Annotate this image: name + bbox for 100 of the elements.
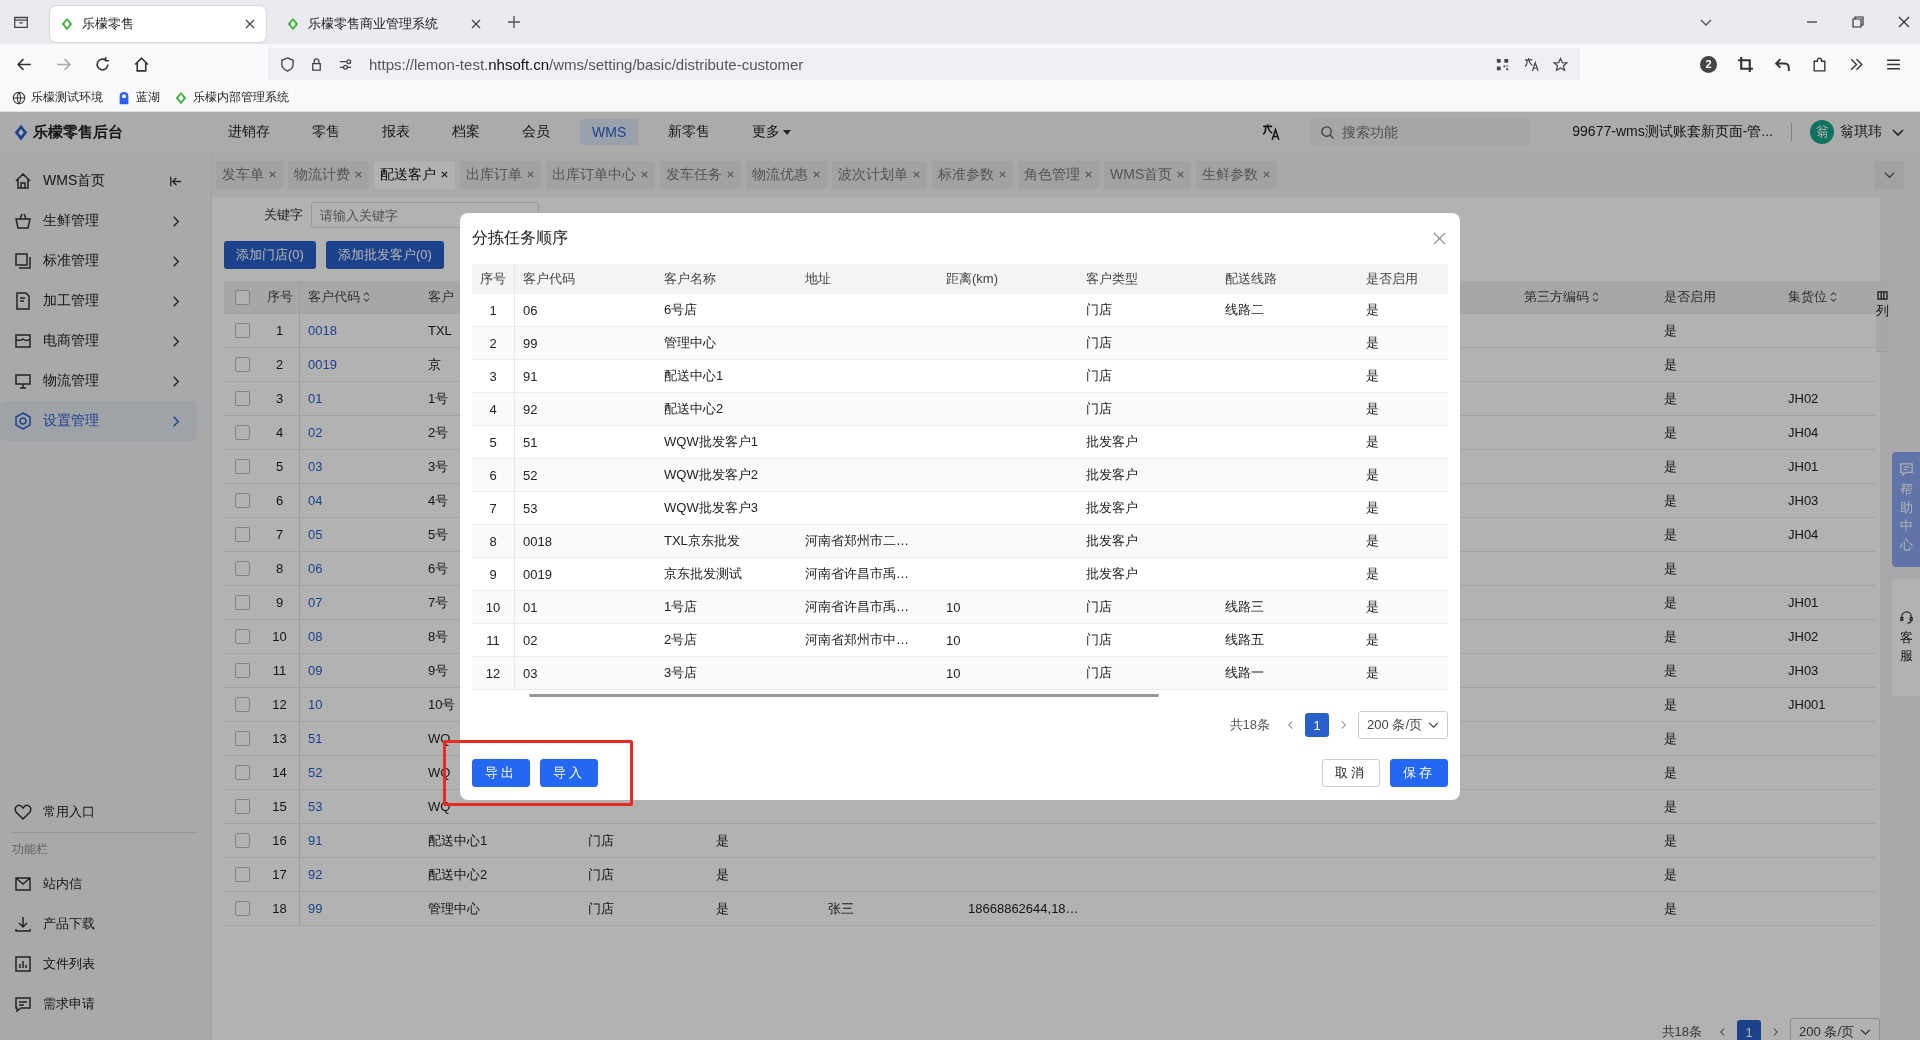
- sort-icon[interactable]: [1592, 291, 1599, 303]
- bookmark-link[interactable]: 乐檬内部管理系统: [174, 89, 289, 106]
- checkbox[interactable]: [234, 731, 250, 746]
- page-size-select[interactable]: 200 条/页: [1358, 711, 1448, 739]
- side-tab[interactable]: 客服: [1892, 579, 1920, 696]
- new-tab-icon[interactable]: [506, 14, 522, 30]
- reload-icon[interactable]: [94, 55, 111, 73]
- sidebar-item[interactable]: 物流管理: [0, 361, 197, 401]
- customer-code-link[interactable]: 02: [308, 425, 323, 440]
- sort-icon[interactable]: [1830, 291, 1837, 303]
- next-page-icon[interactable]: [1339, 720, 1349, 730]
- customer-code-link[interactable]: 09: [308, 663, 323, 678]
- browser-tab[interactable]: 乐檬零售: [50, 6, 266, 42]
- nav-item[interactable]: 新零售: [656, 119, 723, 145]
- sidebar-item[interactable]: 标准管理: [0, 241, 197, 281]
- app-logo[interactable]: 乐檬零售后台: [0, 122, 216, 142]
- customer-code-link[interactable]: 99: [308, 901, 323, 916]
- checkbox[interactable]: [234, 391, 250, 406]
- sidebar-item[interactable]: 生鲜管理: [0, 201, 197, 241]
- export-button[interactable]: 导出: [472, 759, 530, 787]
- translate-icon[interactable]: [1524, 56, 1539, 72]
- page-number[interactable]: 1: [1737, 1020, 1762, 1040]
- nav-item[interactable]: 进销存: [216, 119, 282, 145]
- sidebar-item[interactable]: 常用入口: [0, 792, 197, 832]
- page-tab[interactable]: 发车单: [216, 160, 283, 189]
- sidebar-item[interactable]: 电商管理: [0, 321, 197, 361]
- checkbox[interactable]: [234, 663, 250, 678]
- user-name[interactable]: 翁琪玮: [1840, 123, 1882, 141]
- translate-icon[interactable]: [1262, 123, 1281, 141]
- nav-item[interactable]: WMS: [580, 119, 639, 145]
- close-icon[interactable]: [1896, 14, 1912, 30]
- tabs-menu-button[interactable]: [1874, 160, 1904, 189]
- page-number[interactable]: 1: [1305, 713, 1330, 737]
- customer-code-link[interactable]: 04: [308, 493, 323, 508]
- checkbox[interactable]: [234, 595, 250, 610]
- checkbox[interactable]: [234, 323, 250, 338]
- column-header[interactable]: 客户代码: [308, 288, 370, 306]
- add-button[interactable]: 添加门店(0): [224, 241, 316, 269]
- customer-code-link[interactable]: 0019: [308, 357, 337, 372]
- search-field[interactable]: 搜索功能: [1310, 118, 1531, 146]
- checkbox[interactable]: [234, 799, 250, 814]
- checkbox[interactable]: [234, 697, 250, 712]
- save-button[interactable]: 保存: [1390, 759, 1448, 787]
- nav-item[interactable]: 更多: [740, 119, 804, 145]
- next-page-icon[interactable]: [1771, 1027, 1781, 1037]
- customer-code-link[interactable]: 07: [308, 595, 323, 610]
- sidebar-item[interactable]: 需求申请: [0, 984, 197, 1024]
- customer-code-link[interactable]: 10: [308, 697, 323, 712]
- checkbox[interactable]: [234, 289, 250, 305]
- sidebar-item[interactable]: WMS首页: [0, 161, 197, 201]
- customer-code-link[interactable]: 51: [308, 731, 323, 746]
- page-size-select[interactable]: 200 条/页: [1790, 1018, 1880, 1040]
- customer-code-link[interactable]: 53: [308, 799, 323, 814]
- customer-code-link[interactable]: 05: [308, 527, 323, 542]
- page-tab[interactable]: 生鲜参数: [1196, 160, 1278, 189]
- checkbox[interactable]: [234, 833, 250, 848]
- checkbox[interactable]: [234, 901, 250, 916]
- page-tab[interactable]: 波次计划单: [832, 160, 927, 189]
- column-settings-button[interactable]: 列: [1876, 281, 1889, 352]
- customer-code-link[interactable]: 91: [308, 833, 323, 848]
- bookmark-link[interactable]: 乐檬测试环境: [12, 89, 103, 106]
- checkbox[interactable]: [234, 629, 250, 644]
- checkbox[interactable]: [234, 425, 250, 440]
- nav-item[interactable]: 会员: [510, 119, 562, 145]
- home-icon[interactable]: [133, 55, 150, 73]
- sidebar-item[interactable]: 设置管理: [0, 401, 197, 441]
- page-tab[interactable]: 配送客户: [374, 160, 455, 189]
- import-button[interactable]: 导入: [540, 759, 598, 787]
- puzzle-icon[interactable]: [1811, 55, 1828, 73]
- address-bar[interactable]: https://lemon-test.nhsoft.cn/wms/setting/basic/distribute-customer: [268, 48, 1580, 80]
- checkbox[interactable]: [234, 527, 250, 542]
- restore-icon[interactable]: [1850, 14, 1866, 30]
- sidebar-item[interactable]: 文件列表: [0, 944, 197, 984]
- customer-code-link[interactable]: 08: [308, 629, 323, 644]
- page-tab[interactable]: 出库订单: [460, 160, 541, 189]
- page-tab[interactable]: 出库订单中心: [546, 160, 655, 189]
- page-tab[interactable]: WMS首页: [1104, 160, 1192, 189]
- customer-code-link[interactable]: 03: [308, 459, 323, 474]
- sidebar-item[interactable]: 站内信: [0, 864, 197, 904]
- checkbox[interactable]: [234, 459, 250, 474]
- sidebar-item[interactable]: 加工管理: [0, 281, 197, 321]
- page-tab[interactable]: 标准参数: [932, 160, 1013, 189]
- page-tab[interactable]: 角色管理: [1018, 160, 1099, 189]
- bookmark-link[interactable]: 蓝湖: [117, 89, 160, 106]
- account-name[interactable]: 99677-wms测试账套新页面-管...: [1572, 123, 1773, 141]
- qr-code-icon[interactable]: [1495, 56, 1510, 72]
- close-icon[interactable]: [470, 18, 482, 30]
- column-header[interactable]: 第三方编码: [1524, 288, 1599, 306]
- extension-badge[interactable]: 2: [1700, 55, 1717, 73]
- customer-code-link[interactable]: 92: [308, 867, 323, 882]
- user-avatar[interactable]: 翁: [1810, 120, 1834, 144]
- cancel-button[interactable]: 取消: [1322, 759, 1380, 787]
- column-header[interactable]: 集货位: [1788, 288, 1837, 306]
- page-tab[interactable]: 物流计费: [288, 160, 369, 189]
- checkbox[interactable]: [234, 867, 250, 882]
- browser-tab[interactable]: 乐檬零售商业管理系统: [276, 6, 492, 42]
- nav-item[interactable]: 档案: [440, 119, 492, 145]
- checkbox[interactable]: [234, 493, 250, 508]
- crop-icon[interactable]: [1737, 55, 1754, 73]
- checkbox[interactable]: [234, 561, 250, 576]
